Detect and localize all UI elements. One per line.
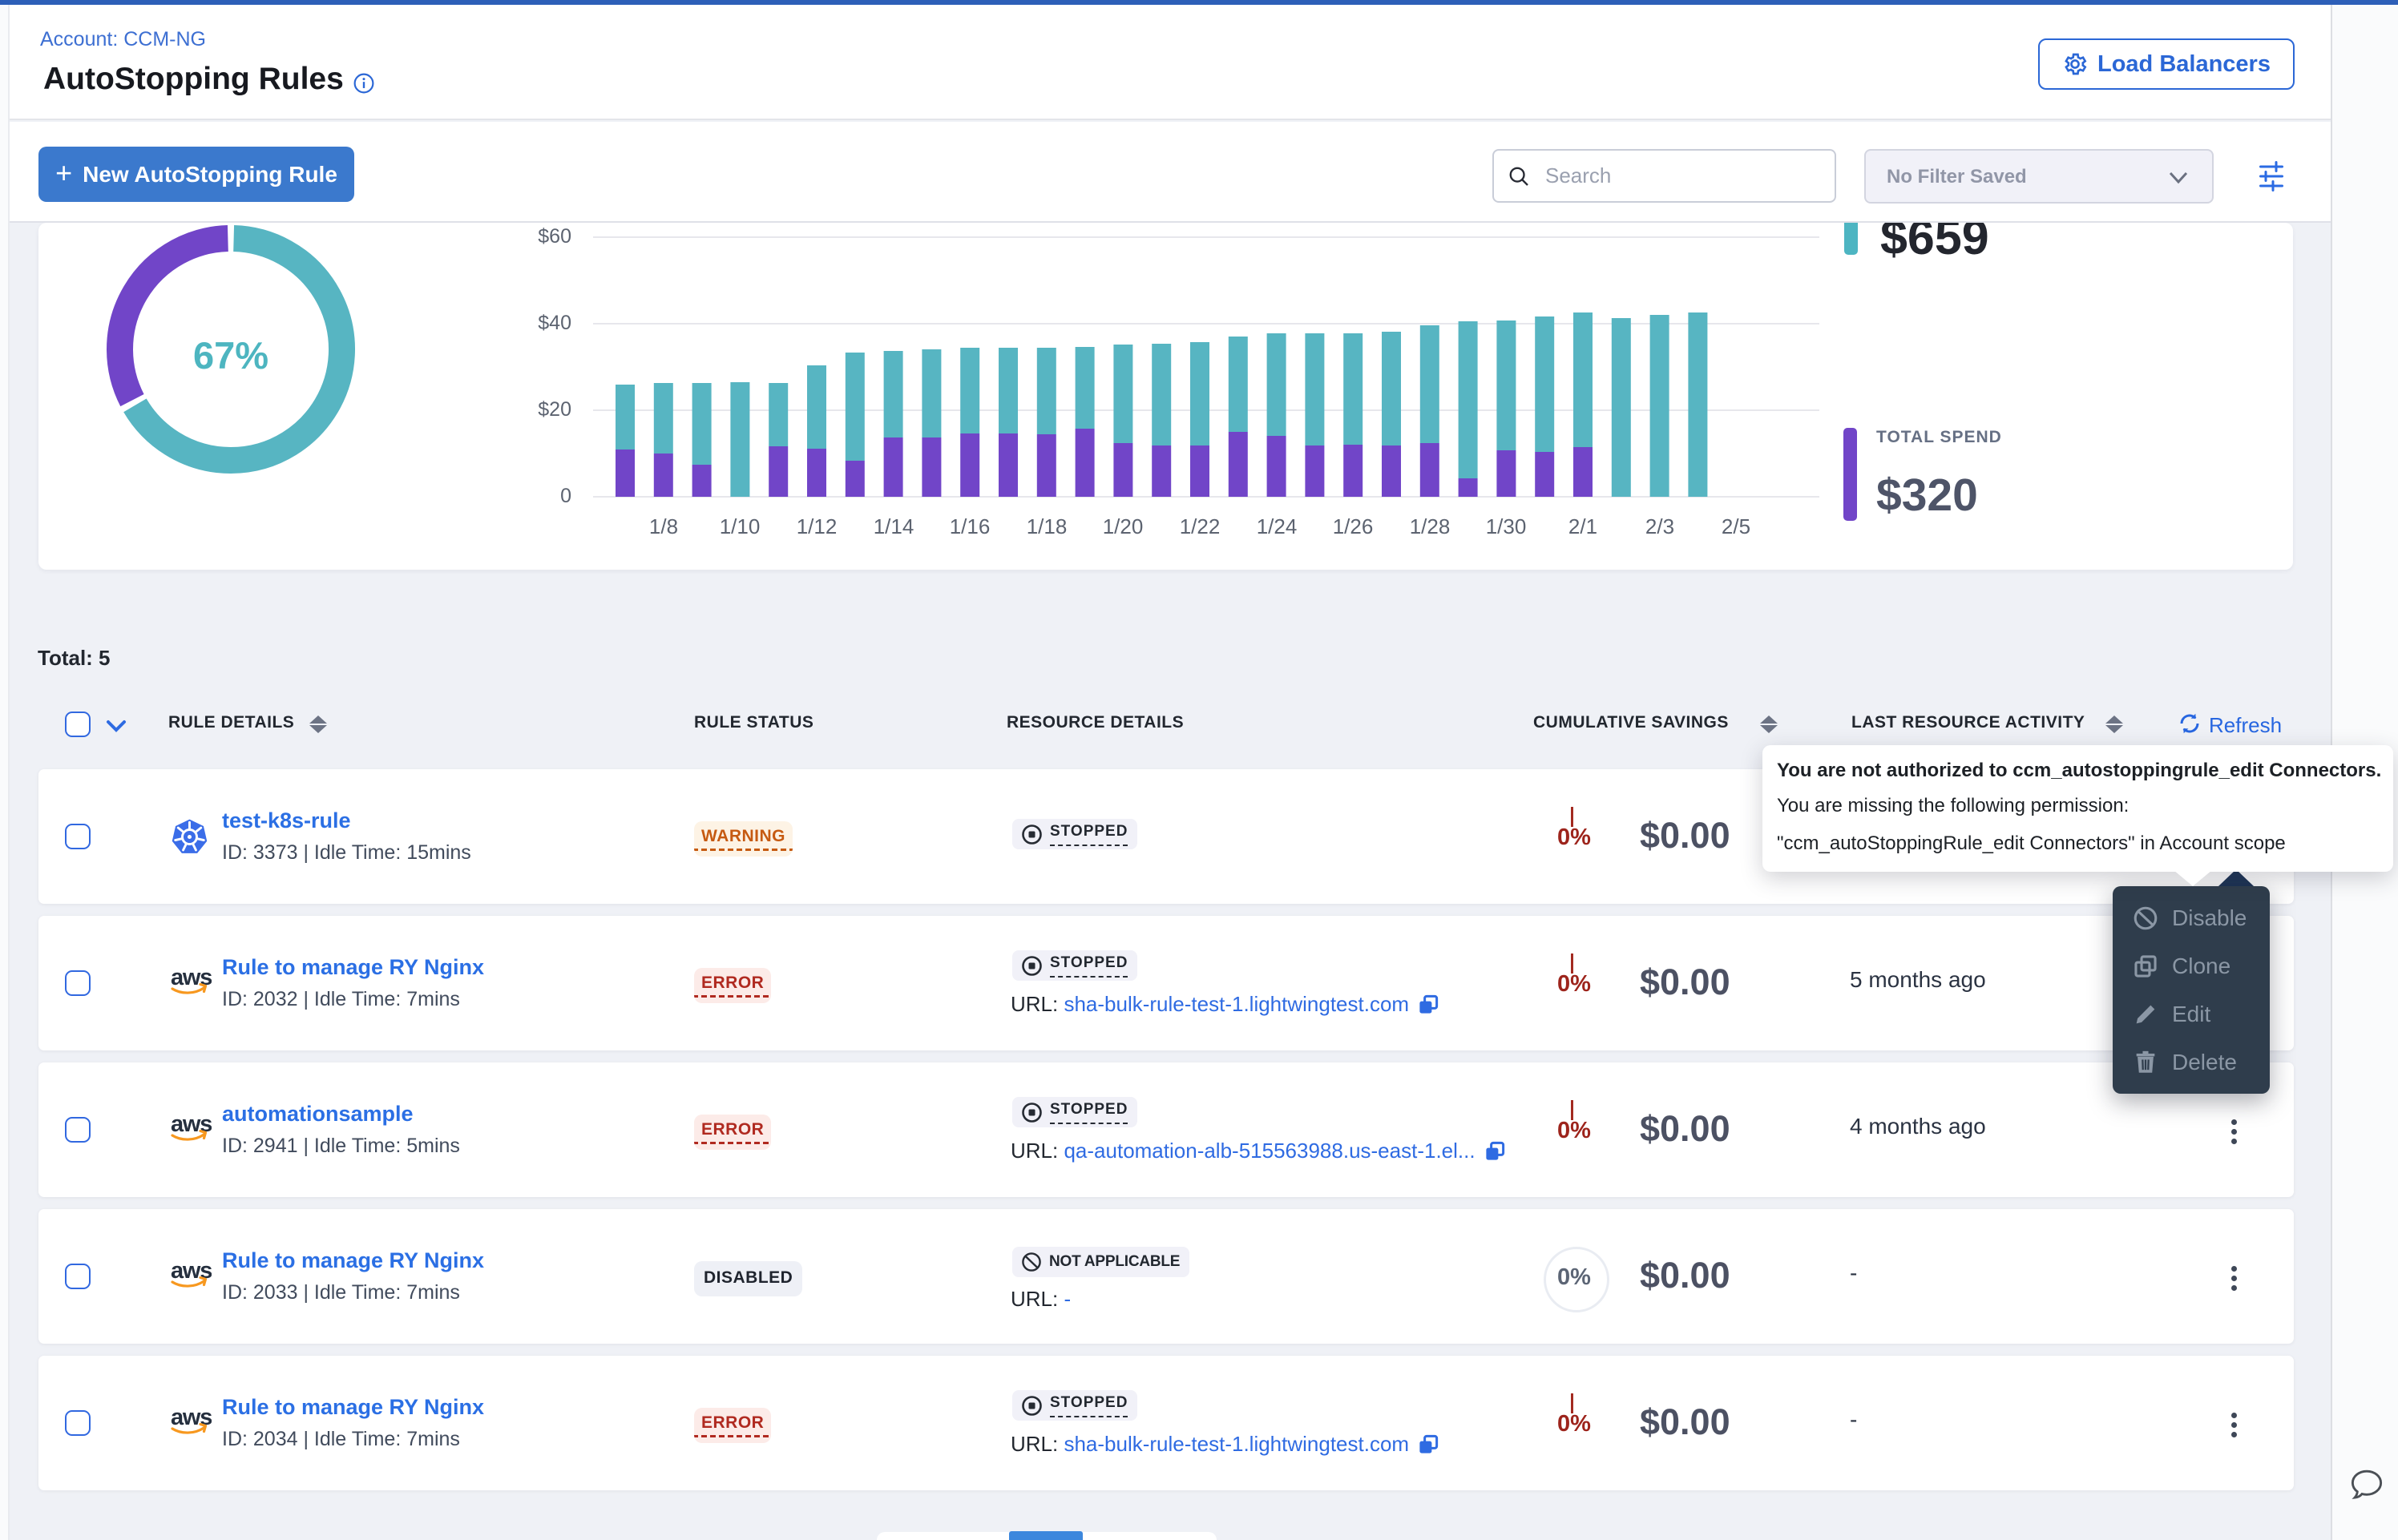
svg-text:1/20: 1/20 <box>1103 514 1144 538</box>
svg-text:1/18: 1/18 <box>1027 514 1068 538</box>
svg-text:1/24: 1/24 <box>1257 514 1298 538</box>
svg-text:1/10: 1/10 <box>720 514 761 538</box>
svg-text:1/8: 1/8 <box>649 514 678 538</box>
svg-text:1/16: 1/16 <box>950 514 991 538</box>
svg-text:$40: $40 <box>538 312 571 334</box>
svg-text:1/28: 1/28 <box>1410 514 1451 538</box>
svg-text:1/26: 1/26 <box>1333 514 1374 538</box>
svg-text:1/14: 1/14 <box>874 514 914 538</box>
svg-text:2/3: 2/3 <box>1645 514 1674 538</box>
svg-text:$20: $20 <box>538 398 571 421</box>
svg-text:2/5: 2/5 <box>1722 514 1750 538</box>
svg-text:0: 0 <box>560 485 571 507</box>
svg-text:$60: $60 <box>538 225 571 248</box>
svg-text:1/22: 1/22 <box>1180 514 1221 538</box>
svg-text:1/30: 1/30 <box>1486 514 1527 538</box>
svg-text:1/12: 1/12 <box>797 514 838 538</box>
svg-text:2/1: 2/1 <box>1568 514 1597 538</box>
